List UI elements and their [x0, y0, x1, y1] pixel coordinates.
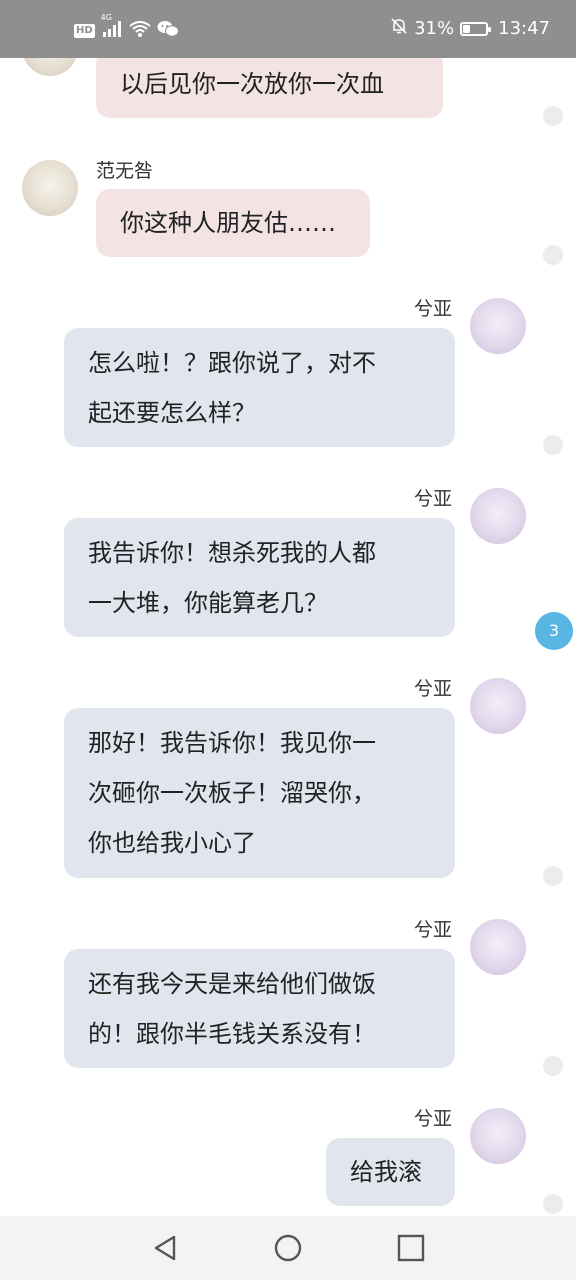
message-line: 怎么啦！？跟你说了，对不: [88, 349, 376, 377]
message-line: 起还要怎么样？: [88, 399, 256, 427]
message-text: 以后见你一次放你一次血: [120, 70, 384, 98]
avatar-xi-ya[interactable]: [470, 919, 526, 975]
avatar-xi-ya[interactable]: [470, 488, 526, 544]
status-left-icons: HD 4G: [74, 13, 179, 42]
avatar-xi-ya[interactable]: [470, 298, 526, 354]
chat-area[interactable]: 以后见你一次放你一次血 范无咎 你这种人朋友估…… 兮亚 怎么啦！？跟你说了，对…: [0, 58, 576, 1216]
message-line: 一大堆，你能算老几？: [88, 589, 328, 617]
unread-count-badge[interactable]: 3: [535, 612, 573, 650]
sender-name: 兮亚: [414, 488, 453, 510]
avatar-xi-ya[interactable]: [470, 678, 526, 734]
navigation-bar: [0, 1216, 576, 1280]
message-text: 给我滚: [350, 1158, 422, 1186]
message-line: 我告诉你！想杀死我的人都: [88, 539, 376, 567]
avatar-xi-ya[interactable]: [470, 1108, 526, 1164]
status-bar: HD 4G 31% 13:47: [0, 0, 576, 58]
battery-fill: [463, 24, 471, 33]
select-dot[interactable]: [543, 245, 563, 265]
message-bubble[interactable]: 怎么啦！？跟你说了，对不 起还要怎么样？: [64, 328, 455, 447]
message-text: 你这种人朋友估……: [120, 209, 336, 237]
network-type: 4G: [100, 13, 112, 22]
message-bubble[interactable]: 还有我今天是来给他们做饭 的！跟你半毛钱关系没有！: [64, 949, 455, 1068]
avatar-fan-wujiu[interactable]: [22, 58, 78, 76]
message-bubble[interactable]: 以后见你一次放你一次血: [96, 58, 443, 118]
wechat-icon: [157, 20, 179, 42]
sender-name: 范无咎: [96, 160, 154, 182]
select-dot[interactable]: [543, 1194, 563, 1214]
select-dot[interactable]: [543, 866, 563, 886]
message-bubble[interactable]: 你这种人朋友估……: [96, 189, 370, 257]
recents-square-icon[interactable]: [396, 1233, 426, 1263]
hd-badge: HD: [74, 24, 95, 38]
clock: 13:47: [498, 18, 550, 39]
avatar-fan-wujiu[interactable]: [22, 160, 78, 216]
message-line: 你也给我小心了: [88, 829, 256, 857]
message-line: 次砸你一次板子！溜哭你，: [88, 779, 376, 807]
select-dot[interactable]: [543, 106, 563, 126]
wifi-icon: [129, 21, 151, 41]
battery-percent: 31%: [414, 18, 455, 39]
sender-name: 兮亚: [414, 1108, 453, 1130]
battery-icon: [460, 21, 492, 36]
back-triangle-icon[interactable]: [150, 1233, 180, 1263]
status-right: 31% 13:47: [390, 17, 550, 40]
message-bubble[interactable]: 那好！我告诉你！我见你一 次砸你一次板子！溜哭你， 你也给我小心了: [64, 708, 455, 878]
message-line: 的！跟你半毛钱关系没有！: [88, 1020, 376, 1048]
mute-bell-icon: [390, 17, 408, 40]
message-bubble[interactable]: 我告诉你！想杀死我的人都 一大堆，你能算老几？: [64, 518, 455, 637]
sender-name: 兮亚: [414, 919, 453, 941]
signal-icon: 4G: [101, 13, 123, 41]
select-dot[interactable]: [543, 435, 563, 455]
message-line: 还有我今天是来给他们做饭: [88, 970, 376, 998]
select-dot[interactable]: [543, 1056, 563, 1076]
home-circle-icon[interactable]: [273, 1233, 303, 1263]
message-line: 那好！我告诉你！我见你一: [88, 729, 376, 757]
message-bubble[interactable]: 给我滚: [326, 1138, 455, 1206]
sender-name: 兮亚: [414, 678, 453, 700]
sender-name: 兮亚: [414, 298, 453, 320]
